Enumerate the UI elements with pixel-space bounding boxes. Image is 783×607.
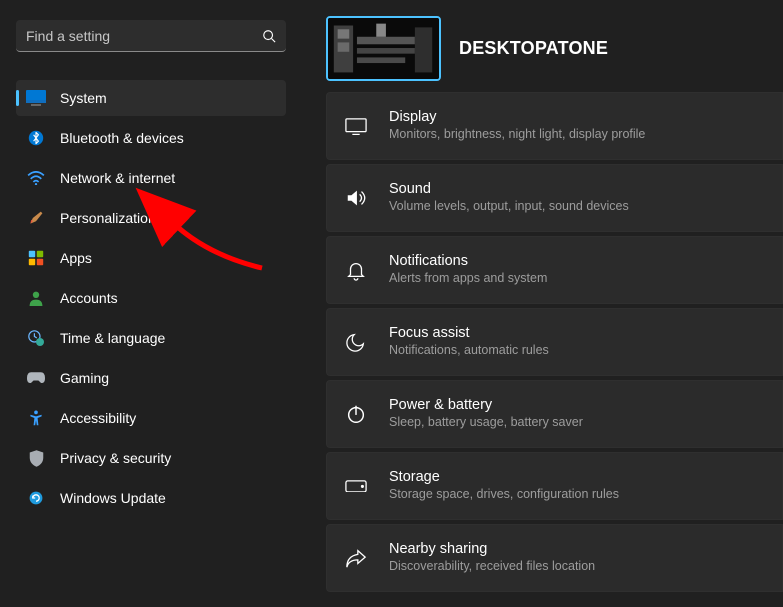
share-icon	[345, 547, 367, 569]
sidebar-item-label: Gaming	[60, 370, 109, 386]
sidebar-item-label: Windows Update	[60, 490, 166, 506]
search-wrap	[16, 20, 286, 52]
sidebar-item-time-language[interactable]: Time & language	[16, 320, 286, 356]
shield-icon	[26, 448, 46, 468]
card-subtitle: Storage space, drives, configuration rul…	[389, 486, 619, 504]
sidebar-item-accessibility[interactable]: Accessibility	[16, 400, 286, 436]
search-icon	[262, 29, 276, 43]
bell-icon	[345, 259, 367, 281]
brush-icon	[26, 208, 46, 228]
card-subtitle: Discoverability, received files location	[389, 558, 595, 576]
sidebar-item-accounts[interactable]: Accounts	[16, 280, 286, 316]
power-icon	[345, 403, 367, 425]
clock-globe-icon	[26, 328, 46, 348]
card-focus-assist[interactable]: Focus assist Notifications, automatic ru…	[326, 308, 783, 376]
moon-icon	[345, 331, 367, 353]
card-subtitle: Notifications, automatic rules	[389, 342, 549, 360]
wifi-icon	[26, 168, 46, 188]
sidebar-item-label: Accessibility	[60, 410, 136, 426]
card-nearby-sharing[interactable]: Nearby sharing Discoverability, received…	[326, 524, 783, 592]
card-storage[interactable]: Storage Storage space, drives, configura…	[326, 452, 783, 520]
card-title: Display	[389, 109, 645, 126]
sidebar-item-label: Apps	[60, 250, 92, 266]
main-panel: DESKTOPATONE Display Monitors, brightnes…	[302, 0, 783, 607]
sidebar-item-network[interactable]: Network & internet	[16, 160, 286, 196]
display-icon	[345, 115, 367, 137]
update-icon	[26, 488, 46, 508]
card-title: Power & battery	[389, 397, 583, 414]
sidebar-item-label: Privacy & security	[60, 450, 171, 466]
apps-icon	[26, 248, 46, 268]
sidebar-item-label: Accounts	[60, 290, 118, 306]
bluetooth-icon	[26, 128, 46, 148]
card-title: Sound	[389, 181, 629, 198]
card-sound[interactable]: Sound Volume levels, output, input, soun…	[326, 164, 783, 232]
card-subtitle: Sleep, battery usage, battery saver	[389, 414, 583, 432]
card-title: Nearby sharing	[389, 541, 595, 558]
page-title: DESKTOPATONE	[459, 38, 608, 59]
sidebar-item-gaming[interactable]: Gaming	[16, 360, 286, 396]
sidebar-item-label: Time & language	[60, 330, 165, 346]
card-title: Focus assist	[389, 325, 549, 342]
desktop-thumbnail[interactable]	[326, 16, 441, 81]
storage-icon	[345, 475, 367, 497]
sidebar-item-bluetooth[interactable]: Bluetooth & devices	[16, 120, 286, 156]
card-subtitle: Alerts from apps and system	[389, 270, 547, 288]
card-title: Notifications	[389, 253, 547, 270]
sidebar-item-apps[interactable]: Apps	[16, 240, 286, 276]
card-subtitle: Volume levels, output, input, sound devi…	[389, 198, 629, 216]
card-display[interactable]: Display Monitors, brightness, night ligh…	[326, 92, 783, 160]
sidebar: System Bluetooth & devices Network & int…	[0, 0, 302, 607]
sidebar-item-label: Personalization	[60, 210, 156, 226]
settings-cards: Display Monitors, brightness, night ligh…	[326, 92, 783, 592]
sound-icon	[345, 187, 367, 209]
person-icon	[26, 288, 46, 308]
search-input[interactable]	[16, 20, 286, 52]
gamepad-icon	[26, 368, 46, 388]
accessibility-icon	[26, 408, 46, 428]
card-title: Storage	[389, 469, 619, 486]
sidebar-item-personalization[interactable]: Personalization	[16, 200, 286, 236]
sidebar-item-label: Bluetooth & devices	[60, 130, 184, 146]
sidebar-item-label: System	[60, 90, 107, 106]
sidebar-item-privacy[interactable]: Privacy & security	[16, 440, 286, 476]
card-subtitle: Monitors, brightness, night light, displ…	[389, 126, 645, 144]
system-icon	[26, 88, 46, 108]
sidebar-item-system[interactable]: System	[16, 80, 286, 116]
card-power-battery[interactable]: Power & battery Sleep, battery usage, ba…	[326, 380, 783, 448]
sidebar-item-windows-update[interactable]: Windows Update	[16, 480, 286, 516]
sidebar-item-label: Network & internet	[60, 170, 175, 186]
header: DESKTOPATONE	[326, 0, 783, 92]
card-notifications[interactable]: Notifications Alerts from apps and syste…	[326, 236, 783, 304]
